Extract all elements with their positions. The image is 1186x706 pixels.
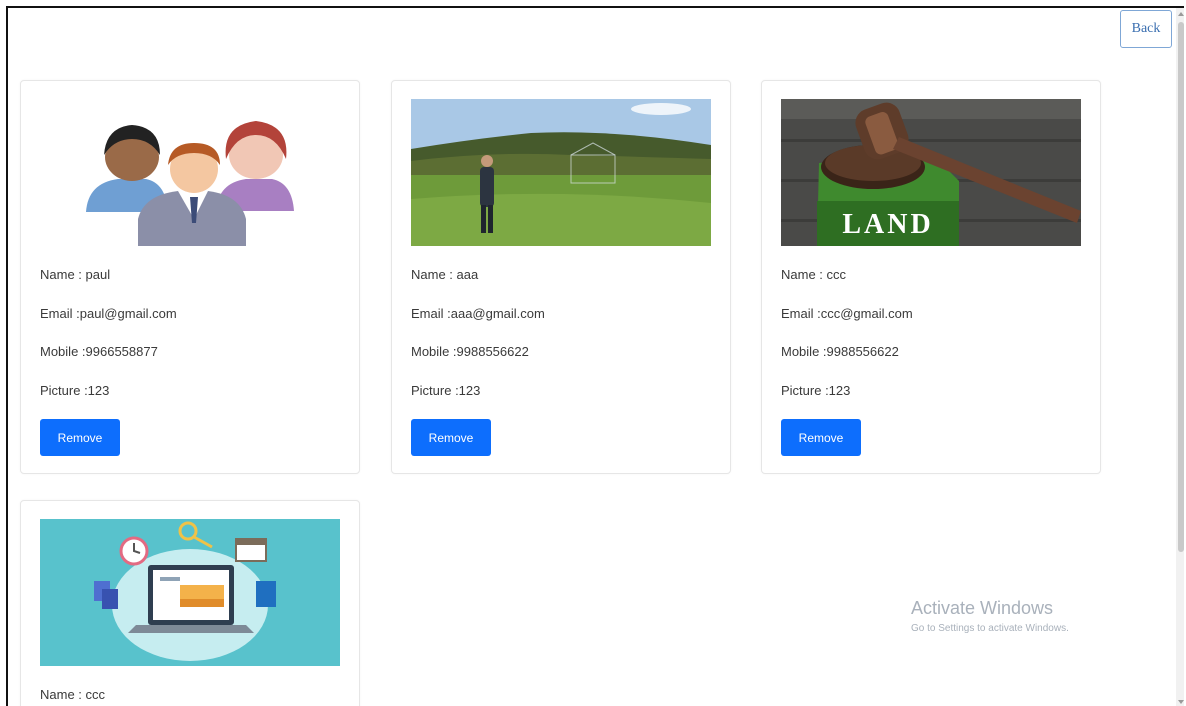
card-mobile: Mobile :9988556622 — [781, 344, 899, 359]
laptop-workspace-image — [40, 519, 340, 666]
card-name: Name : aaa — [411, 267, 479, 282]
back-button[interactable]: Back — [1120, 10, 1172, 48]
page-frame: Back Name : paul Email :paul@gmail.com M… — [6, 6, 1184, 706]
card-name: Name : ccc — [40, 687, 106, 702]
card-picture: Picture :123 — [40, 383, 110, 398]
card-picture: Picture :123 — [781, 383, 851, 398]
remove-button[interactable]: Remove — [40, 419, 120, 456]
watermark-subtitle: Go to Settings to activate Windows. — [911, 623, 1069, 634]
field-landscape-image — [411, 99, 711, 246]
vertical-scrollbar[interactable] — [1176, 8, 1184, 706]
user-card: LAND Name : ccc Email :ccc@gmail.com Mob… — [761, 80, 1101, 474]
scroll-down-arrow-icon[interactable] — [1178, 700, 1184, 704]
card-picture: Picture :123 — [411, 383, 481, 398]
remove-button[interactable]: Remove — [781, 419, 861, 456]
scroll-thumb[interactable] — [1178, 22, 1184, 552]
user-card: Name : aaa Email :aaa@gmail.com Mobile :… — [391, 80, 731, 474]
activation-watermark: Activate Windows Go to Settings to activ… — [911, 598, 1069, 634]
card-mobile: Mobile :9988556622 — [411, 344, 529, 359]
people-group-image — [40, 99, 340, 246]
land-gavel-image: LAND — [781, 99, 1081, 246]
land-sign-text: LAND — [842, 209, 933, 240]
card-name: Name : paul — [40, 267, 111, 282]
user-card: Name : paul Email :paul@gmail.com Mobile… — [20, 80, 360, 474]
watermark-title: Activate Windows — [911, 598, 1054, 618]
card-name: Name : ccc — [781, 267, 847, 282]
card-email: Email :paul@gmail.com — [40, 306, 177, 321]
card-mobile: Mobile :9966558877 — [40, 344, 158, 359]
scroll-up-arrow-icon[interactable] — [1178, 12, 1184, 16]
remove-button[interactable]: Remove — [411, 419, 491, 456]
card-email: Email :ccc@gmail.com — [781, 306, 913, 321]
card-email: Email :aaa@gmail.com — [411, 306, 545, 321]
user-card: Name : ccc — [20, 500, 360, 706]
